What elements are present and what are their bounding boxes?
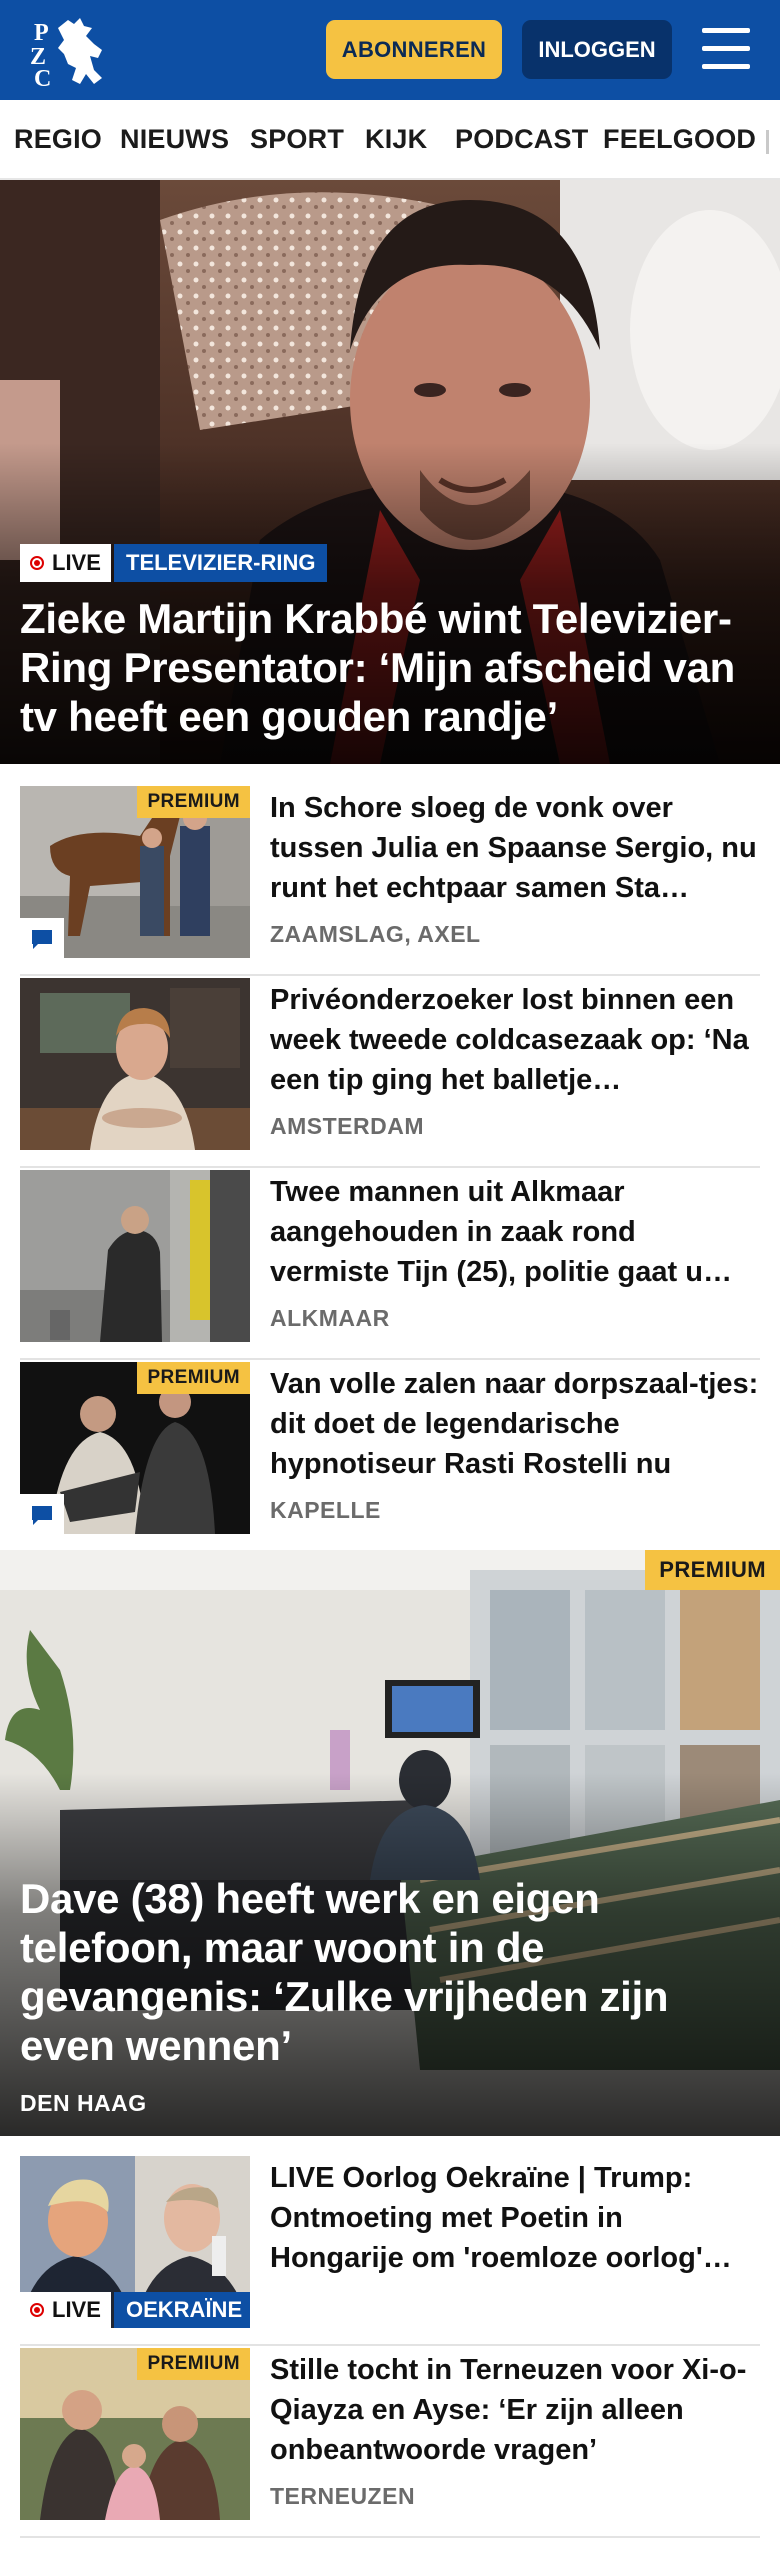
comment-chip[interactable] xyxy=(20,918,64,958)
nav-item-feelgood[interactable]: FEELGOOD xyxy=(603,124,756,155)
nav-item-regio[interactable]: REGIO xyxy=(14,124,102,155)
premium-badge: PREMIUM xyxy=(137,2348,250,2380)
article-item[interactable]: Privéonderzoeker lost binnen een week tw… xyxy=(20,978,760,1168)
comment-icon xyxy=(32,930,52,949)
article-thumbnail xyxy=(20,1170,250,1342)
article-thumbnail: PREMIUM xyxy=(20,2348,250,2520)
top-header: P Z C ABONNEREN INLOGGEN xyxy=(0,0,780,100)
feature-headline[interactable]: Dave (38) heeft werk en eigen telefoon, … xyxy=(20,1874,765,2070)
article-headline[interactable]: In Schore sloeg de vonk over tussen Juli… xyxy=(270,788,760,908)
comment-chip[interactable] xyxy=(20,1494,64,1534)
feature-location: DEN HAAG xyxy=(20,2090,147,2116)
article-item[interactable]: PREMIUM In Schore sloeg de vonk over tus… xyxy=(20,786,760,976)
article-location: KAPELLE xyxy=(270,1497,381,1523)
subscribe-button[interactable]: ABONNEREN xyxy=(326,20,502,79)
article-headline[interactable]: LIVE Oorlog Oekraïne | Trump: Ontmoeting… xyxy=(270,2158,760,2278)
article-thumbnail: LIVE OEKRAÏNE xyxy=(20,2156,250,2328)
nav-item-podcast[interactable]: PODCAST xyxy=(455,124,588,155)
live-dot-icon xyxy=(30,556,44,570)
article-headline[interactable]: Privéonderzoeker lost binnen een week tw… xyxy=(270,980,760,1100)
pzc-logo[interactable]: P Z C xyxy=(28,14,112,92)
live-dot-icon xyxy=(30,2303,44,2317)
article-item[interactable]: PREMIUM Stille tocht in Terneuzen voor X… xyxy=(20,2348,760,2538)
premium-badge: PREMIUM xyxy=(137,786,250,818)
svg-text:C: C xyxy=(34,66,51,88)
article-thumbnail xyxy=(20,978,250,1150)
nav-item-kijk[interactable]: KIJK xyxy=(365,124,427,155)
hamburger-menu-icon[interactable] xyxy=(700,26,752,72)
article-item[interactable]: Twee mannen uit Alkmaar aangehouden in z… xyxy=(20,1170,760,1360)
premium-badge: PREMIUM xyxy=(645,1550,780,1590)
nav-item-nieuws[interactable]: NIEUWS xyxy=(120,124,229,155)
live-badge: LIVE xyxy=(20,2292,111,2328)
topic-badge[interactable]: TELEVIZIER-RING xyxy=(114,544,328,582)
article-location: TERNEUZEN xyxy=(270,2483,416,2509)
article-location: ALKMAAR xyxy=(270,1305,390,1331)
comment-icon xyxy=(32,1506,52,1525)
login-button[interactable]: INLOGGEN xyxy=(522,20,672,79)
section-nav: REGIO NIEUWS SPORT KIJK PODCAST FEELGOOD xyxy=(0,100,780,180)
live-label: LIVE xyxy=(52,2297,101,2322)
hero-headline[interactable]: Zieke Martijn Krabbé wint Televizier-Rin… xyxy=(20,594,760,741)
article-thumbnail: PREMIUM xyxy=(20,1362,250,1534)
article-headline[interactable]: Twee mannen uit Alkmaar aangehouden in z… xyxy=(270,1172,760,1292)
thumbnail-image xyxy=(20,978,250,1150)
feature-article[interactable]: PREMIUM Dave (38) heeft werk en eigen te… xyxy=(0,1550,780,2136)
article-location: ZAAMSLAG, AXEL xyxy=(270,921,481,947)
nav-item-sport[interactable]: SPORT xyxy=(250,124,344,155)
hero-article[interactable]: LIVE TELEVIZIER-RING Zieke Martijn Krabb… xyxy=(0,180,780,764)
thumbnail-image xyxy=(20,1170,250,1342)
pzc-logo-icon: P Z C xyxy=(30,18,102,92)
article-location: AMSTERDAM xyxy=(270,1113,424,1139)
premium-badge: PREMIUM xyxy=(137,1362,250,1394)
article-thumbnail: PREMIUM xyxy=(20,786,250,958)
article-item[interactable]: LIVE OEKRAÏNE LIVE Oorlog Oekraïne | Tru… xyxy=(20,2156,760,2346)
live-badge: LIVE xyxy=(20,544,111,582)
article-headline[interactable]: Van volle zalen naar dorpszaal-tjes: dit… xyxy=(270,1364,760,1484)
svg-text:P: P xyxy=(34,20,49,46)
article-headline[interactable]: Stille tocht in Terneuzen voor Xi-o-Qiay… xyxy=(270,2350,760,2470)
live-label: LIVE xyxy=(52,550,101,575)
topic-badge[interactable]: OEKRAÏNE xyxy=(114,2292,250,2328)
article-item[interactable]: PREMIUM Van volle zalen naar dorpszaal-t… xyxy=(20,1362,760,1552)
nav-scroll-hint xyxy=(766,130,769,154)
